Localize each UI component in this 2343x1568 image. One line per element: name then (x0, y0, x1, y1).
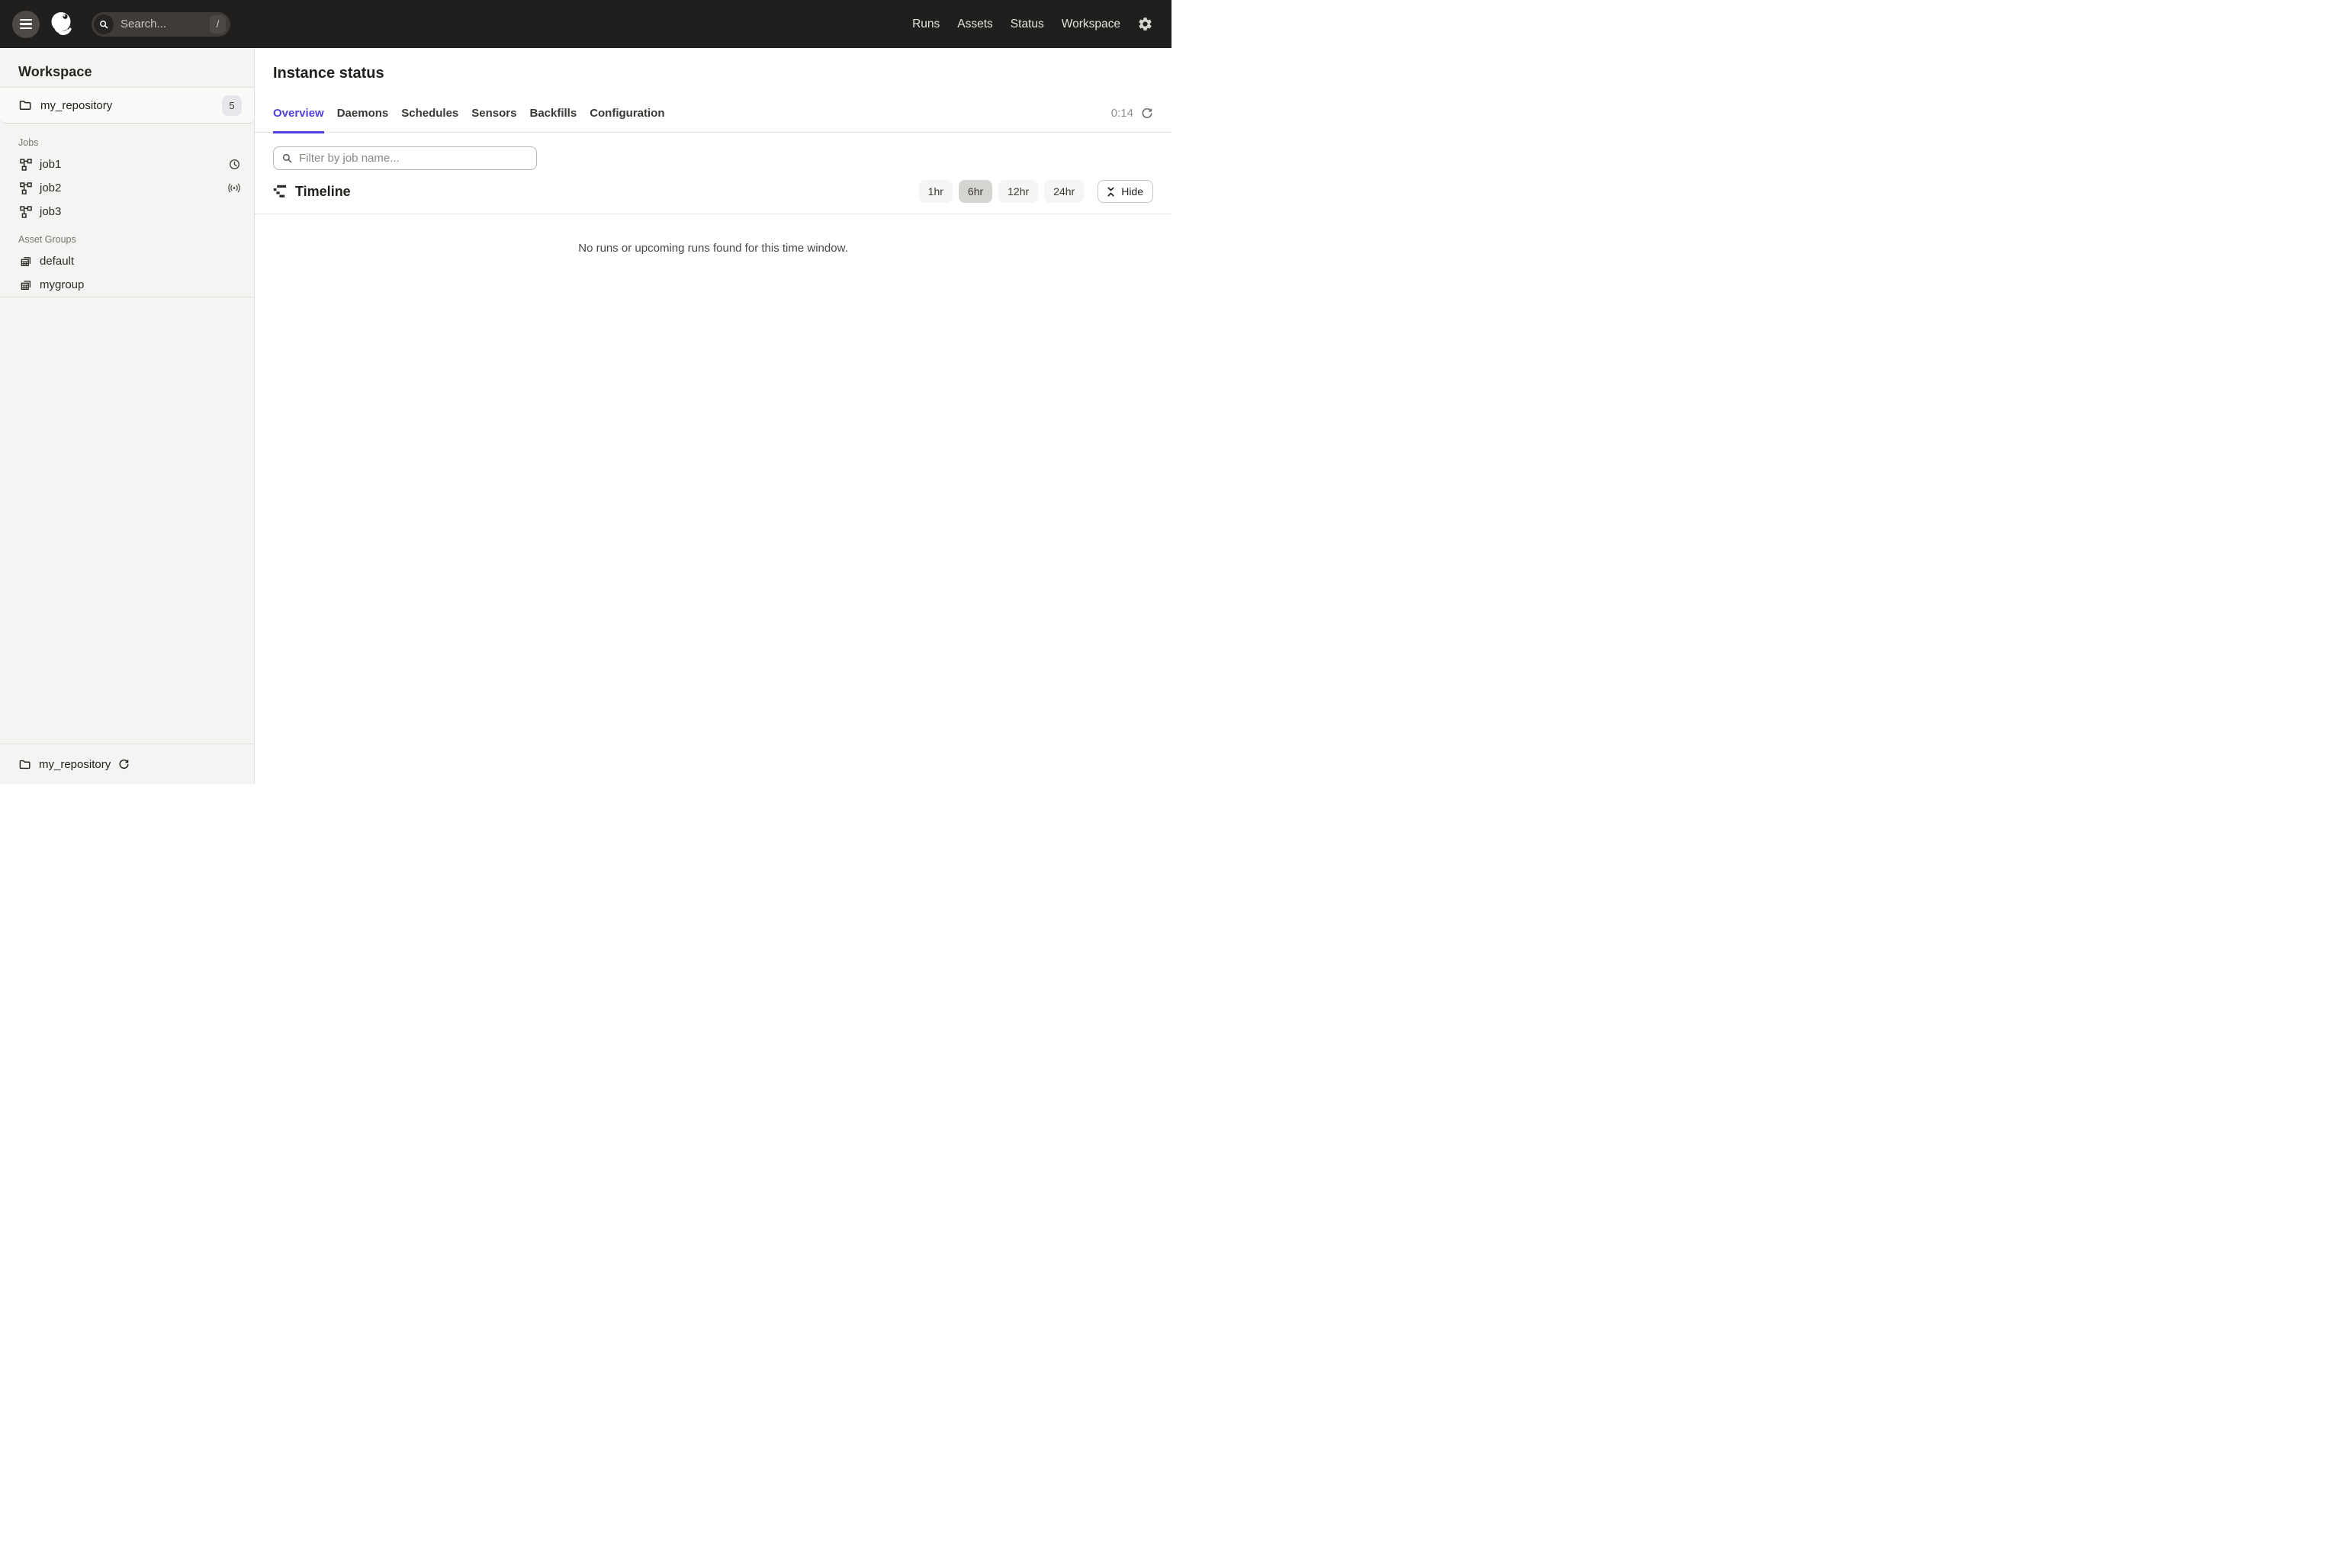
timeline-title: Timeline (295, 184, 351, 200)
asset-groups-section-label: Asset Groups (0, 234, 254, 245)
repository-name: my_repository (40, 99, 222, 112)
filter-row (273, 146, 1153, 170)
main-content: Instance status Overview Daemons Schedul… (255, 48, 1172, 784)
settings-gear-button[interactable] (1137, 16, 1153, 32)
asset-groups-section: Asset Groups (0, 234, 254, 297)
asset-group-icon (20, 255, 32, 268)
gear-icon (1137, 16, 1153, 32)
asset-group-name: default (40, 255, 240, 268)
folder-icon (18, 758, 31, 771)
sidebar-item-mygroup[interactable]: mygroup (0, 273, 254, 297)
tab-schedules[interactable]: Schedules (401, 107, 458, 132)
asset-group-icon (20, 279, 32, 291)
job-filter (273, 146, 537, 170)
sidebar: Workspace my_repository 5 Jobs (0, 48, 255, 784)
page-title: Instance status (273, 64, 1153, 82)
timeline-controls: 1hr 6hr 12hr 24hr Hide (919, 180, 1153, 203)
search-icon (94, 14, 114, 34)
range-12hr-button[interactable]: 12hr (998, 180, 1038, 203)
dagster-app: Search... / Runs Assets Status Workspace… (0, 0, 1172, 784)
timeline-header: Timeline 1hr 6hr 12hr 24hr Hide (273, 180, 1153, 203)
job-icon (20, 159, 32, 171)
folder-icon (18, 98, 32, 112)
nav-runs[interactable]: Runs (912, 18, 940, 31)
filter-search-icon (281, 153, 293, 164)
timeline-empty-message: No runs or upcoming runs found for this … (273, 242, 1153, 255)
nav-assets[interactable]: Assets (957, 18, 993, 31)
nav-workspace[interactable]: Workspace (1062, 18, 1120, 31)
sidebar-item-default-group[interactable]: default (0, 249, 254, 273)
nav-status[interactable]: Status (1011, 18, 1044, 31)
tab-backfills[interactable]: Backfills (529, 107, 577, 132)
refresh-timer: 0:14 (1111, 107, 1153, 120)
refresh-icon (118, 759, 130, 770)
job-name: job2 (40, 182, 228, 194)
schedule-clock-icon (229, 159, 240, 170)
timeline-gantt-icon (273, 185, 287, 198)
range-24hr-button[interactable]: 24hr (1044, 180, 1084, 203)
sidebar-item-job1[interactable]: job1 (0, 153, 254, 176)
job-icon (20, 182, 32, 194)
job-name: job3 (40, 205, 240, 218)
collapse-icon (1106, 187, 1116, 197)
slash-shortcut-badge: / (210, 15, 226, 34)
job-filter-input[interactable] (299, 152, 529, 165)
hide-timeline-button[interactable]: Hide (1098, 180, 1153, 203)
range-1hr-button[interactable]: 1hr (919, 180, 953, 203)
jobs-section-label: Jobs (0, 137, 254, 148)
sidebar-footer: my_repository (0, 744, 254, 784)
global-search[interactable]: Search... / (92, 12, 230, 37)
job-name: job1 (40, 158, 229, 171)
tab-daemons[interactable]: Daemons (337, 107, 389, 132)
tab-sensors[interactable]: Sensors (471, 107, 516, 132)
reload-repository-button[interactable] (118, 759, 130, 770)
sidebar-title: Workspace (0, 48, 254, 87)
jobs-section: Jobs job1 (0, 137, 254, 223)
sidebar-item-job3[interactable]: job3 (0, 200, 254, 223)
sensor-icon (228, 183, 240, 193)
repository-selector[interactable]: my_repository 5 (0, 87, 254, 124)
job-icon (20, 206, 32, 218)
dagster-logo-icon (47, 10, 76, 39)
topbar: Search... / Runs Assets Status Workspace (0, 0, 1172, 48)
range-6hr-button[interactable]: 6hr (959, 180, 992, 203)
search-placeholder: Search... (121, 18, 210, 31)
repository-count-badge: 5 (222, 95, 242, 116)
hamburger-icon (20, 19, 32, 21)
refresh-button[interactable] (1141, 108, 1153, 120)
tabs: Overview Daemons Schedules Sensors Backf… (255, 107, 1172, 133)
footer-repository-name: my_repository (39, 758, 111, 771)
asset-group-name: mygroup (40, 278, 240, 291)
sidebar-item-job2[interactable]: job2 (0, 176, 254, 200)
tab-overview[interactable]: Overview (273, 107, 324, 132)
tab-configuration[interactable]: Configuration (590, 107, 664, 132)
refresh-icon (1141, 108, 1153, 120)
refresh-countdown: 0:14 (1111, 107, 1133, 120)
topbar-nav: Runs Assets Status Workspace (912, 18, 1120, 31)
hamburger-menu-button[interactable] (12, 11, 40, 38)
